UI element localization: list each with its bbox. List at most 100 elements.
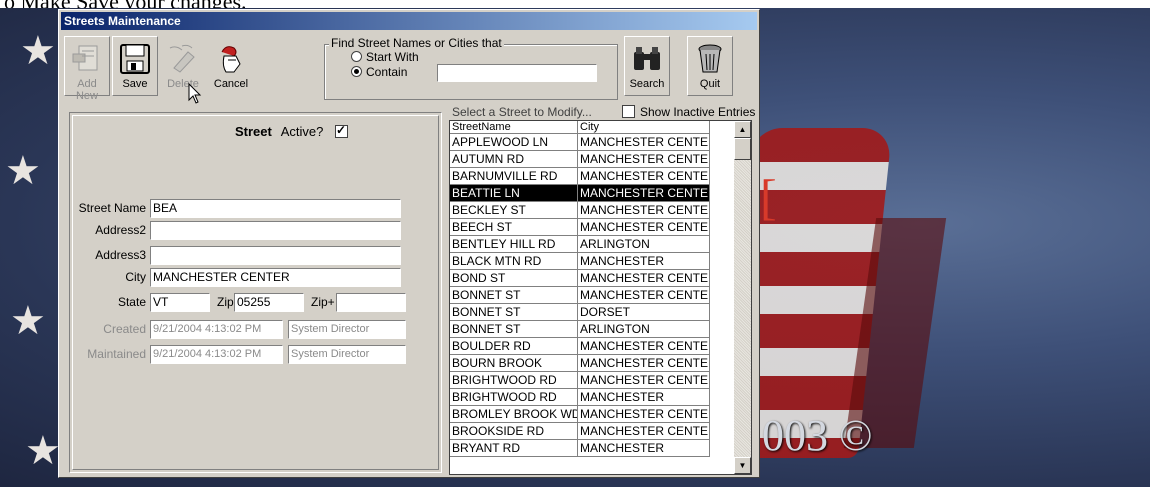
street-name-cell: BRIGHTWOOD RD <box>450 389 578 406</box>
list-item[interactable]: BRIGHTWOOD RD MANCHESTER <box>450 389 710 406</box>
scroll-up-button[interactable]: ▲ <box>734 121 751 138</box>
add-new-button[interactable]: Add New <box>64 36 110 102</box>
list-item[interactable]: AUTUMN RD MANCHESTER CENTE <box>450 151 710 168</box>
zip-plus-field[interactable] <box>336 293 406 312</box>
city-cell: MANCHESTER CENTE <box>578 168 710 185</box>
search-label: Search <box>629 78 665 90</box>
cancel-label: Cancel <box>213 78 249 90</box>
city-cell: MANCHESTER CENTE <box>578 423 710 440</box>
eraser-icon <box>169 44 195 73</box>
city-cell: ARLINGTON <box>578 321 710 338</box>
maintained-date-field: 9/21/2004 4:13:02 PM <box>150 345 283 364</box>
active-checkbox[interactable] <box>335 123 349 138</box>
zip-plus-label: Zip+ <box>311 295 335 309</box>
address2-label: Address2 <box>95 223 146 237</box>
column-header-city[interactable]: City <box>578 121 710 134</box>
active-label: Active? <box>280 124 324 139</box>
add-new-icon <box>72 45 98 71</box>
start-with-radio[interactable]: Start With <box>351 50 419 64</box>
toolbar: Add New Save Delete Cancel Find Street N… <box>61 32 755 104</box>
scroll-thumb[interactable] <box>734 138 751 160</box>
copyright-text: 003 © <box>762 411 873 460</box>
star-icon: ★ <box>20 28 56 74</box>
list-item[interactable]: BOULDER RD MANCHESTER CENTE <box>450 338 710 355</box>
street-name-cell: BROMLEY BROOK WD <box>450 406 578 423</box>
list-item[interactable]: BENTLEY HILL RD ARLINGTON <box>450 236 710 253</box>
address2-field[interactable] <box>150 221 401 240</box>
form-header: Street Active? <box>235 123 349 139</box>
city-cell: MANCHESTER CENTE <box>578 202 710 219</box>
city-cell: MANCHESTER <box>578 389 710 406</box>
city-cell: MANCHESTER <box>578 440 710 457</box>
zip-field[interactable]: 05255 <box>234 293 304 312</box>
street-name-cell: APPLEWOOD LN <box>450 134 578 151</box>
list-item[interactable]: BONNET ST ARLINGTON <box>450 321 710 338</box>
list-item[interactable]: BROOKSIDE RD MANCHESTER CENTE <box>450 423 710 440</box>
street-list[interactable]: StreetName City APPLEWOOD LN MANCHESTER C… <box>449 120 752 475</box>
list-caption: Select a Street to Modify... <box>452 105 592 119</box>
scroll-down-button[interactable]: ▼ <box>734 457 751 474</box>
street-name-cell: BRYANT RD <box>450 440 578 457</box>
contain-radio[interactable]: Contain <box>351 65 407 79</box>
city-cell: MANCHESTER CENTE <box>578 338 710 355</box>
list-item[interactable]: BECKLEY ST MANCHESTER CENTE <box>450 202 710 219</box>
street-name-cell: BONNET ST <box>450 304 578 321</box>
state-field[interactable]: VT <box>150 293 210 312</box>
vertical-scrollbar[interactable]: ▲ ▼ <box>734 121 751 474</box>
city-cell: MANCHESTER CENTE <box>578 406 710 423</box>
find-input[interactable] <box>437 64 597 82</box>
contain-label: Contain <box>366 65 408 79</box>
city-cell: MANCHESTER CENTE <box>578 355 710 372</box>
city-cell: MANCHESTER CENTE <box>578 372 710 389</box>
street-name-cell: BROOKSIDE RD <box>450 423 578 440</box>
list-item[interactable]: BONNET ST DORSET <box>450 304 710 321</box>
show-inactive-toggle[interactable]: Show Inactive Entries <box>622 105 755 119</box>
radio-dot <box>351 66 362 77</box>
street-name-field[interactable]: BEA <box>150 199 401 218</box>
address3-label: Address3 <box>95 248 146 262</box>
list-item[interactable]: BRIGHTWOOD RD MANCHESTER CENTE <box>450 372 710 389</box>
street-name-cell: BOURN BROOK <box>450 355 578 372</box>
state-label: State <box>117 295 146 309</box>
save-button[interactable]: Save <box>112 36 158 96</box>
quit-button[interactable]: Quit <box>687 36 733 96</box>
list-item[interactable]: BOURN BROOK MANCHESTER CENTE <box>450 355 710 372</box>
list-item[interactable]: BONNET ST MANCHESTER CENTE <box>450 287 710 304</box>
city-cell: MANCHESTER <box>578 253 710 270</box>
created-date-field: 9/21/2004 4:13:02 PM <box>150 320 283 339</box>
street-name-cell: BOND ST <box>450 270 578 287</box>
list-item[interactable]: BEATTIE LN MANCHESTER CENTE <box>450 185 710 202</box>
show-inactive-checkbox[interactable] <box>622 105 635 118</box>
list-item[interactable]: BOND ST MANCHESTER CENTE <box>450 270 710 287</box>
street-name-cell: BENTLEY HILL RD <box>450 236 578 253</box>
quit-label: Quit <box>699 78 721 90</box>
street-name-label: Street Name <box>78 201 146 215</box>
list-item[interactable]: BEECH ST MANCHESTER CENTE <box>450 219 710 236</box>
start-with-label: Start With <box>366 50 419 64</box>
list-item[interactable]: BARNUMVILLE RD MANCHESTER CENTE <box>450 168 710 185</box>
address3-field[interactable] <box>150 246 401 265</box>
column-header-streetname[interactable]: StreetName <box>450 121 578 134</box>
red-mark: [ <box>760 169 777 225</box>
list-item[interactable]: BRYANT RD MANCHESTER <box>450 440 710 457</box>
trash-can-icon <box>698 44 722 73</box>
list-item[interactable]: APPLEWOOD LN MANCHESTER CENTE <box>450 134 710 151</box>
list-item[interactable]: BLACK MTN RD MANCHESTER <box>450 253 710 270</box>
window-title: Streets Maintenance <box>61 12 757 30</box>
city-cell: MANCHESTER CENTE <box>578 134 710 151</box>
city-cell: MANCHESTER CENTE <box>578 151 710 168</box>
street-name-cell: BEATTIE LN <box>450 185 578 202</box>
street-name-cell: BONNET ST <box>450 287 578 304</box>
street-name-cell: BONNET ST <box>450 321 578 338</box>
street-detail-panel: Street Active? Street Name BEA Address2 … <box>69 112 442 473</box>
cancel-button[interactable]: Cancel <box>208 36 254 96</box>
city-field[interactable]: MANCHESTER CENTER <box>150 268 401 287</box>
find-legend: Find Street Names or Cities that <box>329 36 504 50</box>
city-cell: MANCHESTER CENTE <box>578 185 710 202</box>
created-label: Created <box>103 322 146 336</box>
street-name-cell: BECKLEY ST <box>450 202 578 219</box>
list-item[interactable]: BROMLEY BROOK WD MANCHESTER CENTE <box>450 406 710 423</box>
binoculars-icon <box>634 47 660 70</box>
form-title: Street <box>235 124 272 139</box>
search-button[interactable]: Search <box>624 36 670 96</box>
